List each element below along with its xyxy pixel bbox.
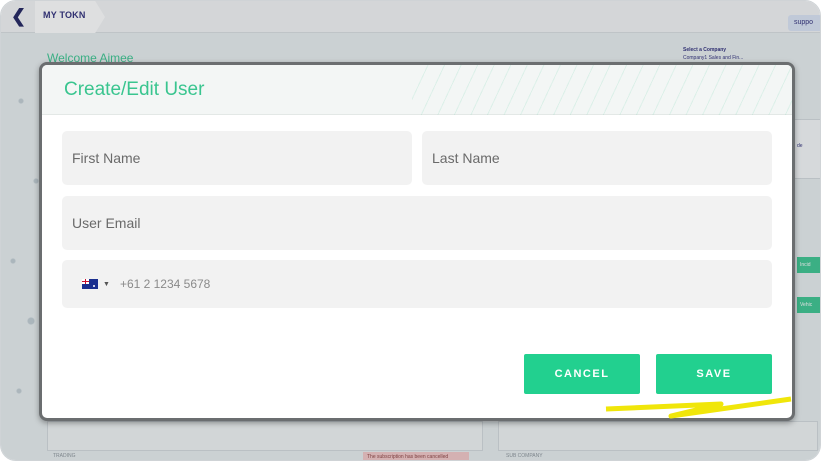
header-decoration — [412, 65, 792, 115]
last-name-field[interactable]: Last Name — [422, 131, 772, 185]
phone-placeholder: +61 2 1234 5678 — [119, 277, 211, 291]
create-edit-user-dialog: Create/Edit User First Name Last Name Us… — [39, 62, 795, 421]
cancel-button[interactable]: CANCEL — [524, 354, 640, 394]
dialog-header: Create/Edit User — [42, 65, 792, 115]
last-name-placeholder: Last Name — [432, 150, 500, 166]
dialog-title: Create/Edit User — [64, 79, 205, 100]
australia-flag-icon[interactable] — [82, 279, 98, 289]
screenshot-frame: ❮ MY TOKN suppo Welcome Aimee Select a C… — [0, 0, 821, 461]
user-email-placeholder: User Email — [72, 215, 141, 231]
user-email-field[interactable]: User Email — [62, 196, 772, 250]
save-button[interactable]: SAVE — [656, 354, 772, 394]
first-name-field[interactable]: First Name — [62, 131, 412, 185]
highlight-stroke — [605, 396, 792, 419]
phone-field[interactable]: ▼ +61 2 1234 5678 — [62, 260, 772, 308]
caret-down-icon[interactable]: ▼ — [103, 281, 110, 288]
first-name-placeholder: First Name — [72, 150, 141, 166]
